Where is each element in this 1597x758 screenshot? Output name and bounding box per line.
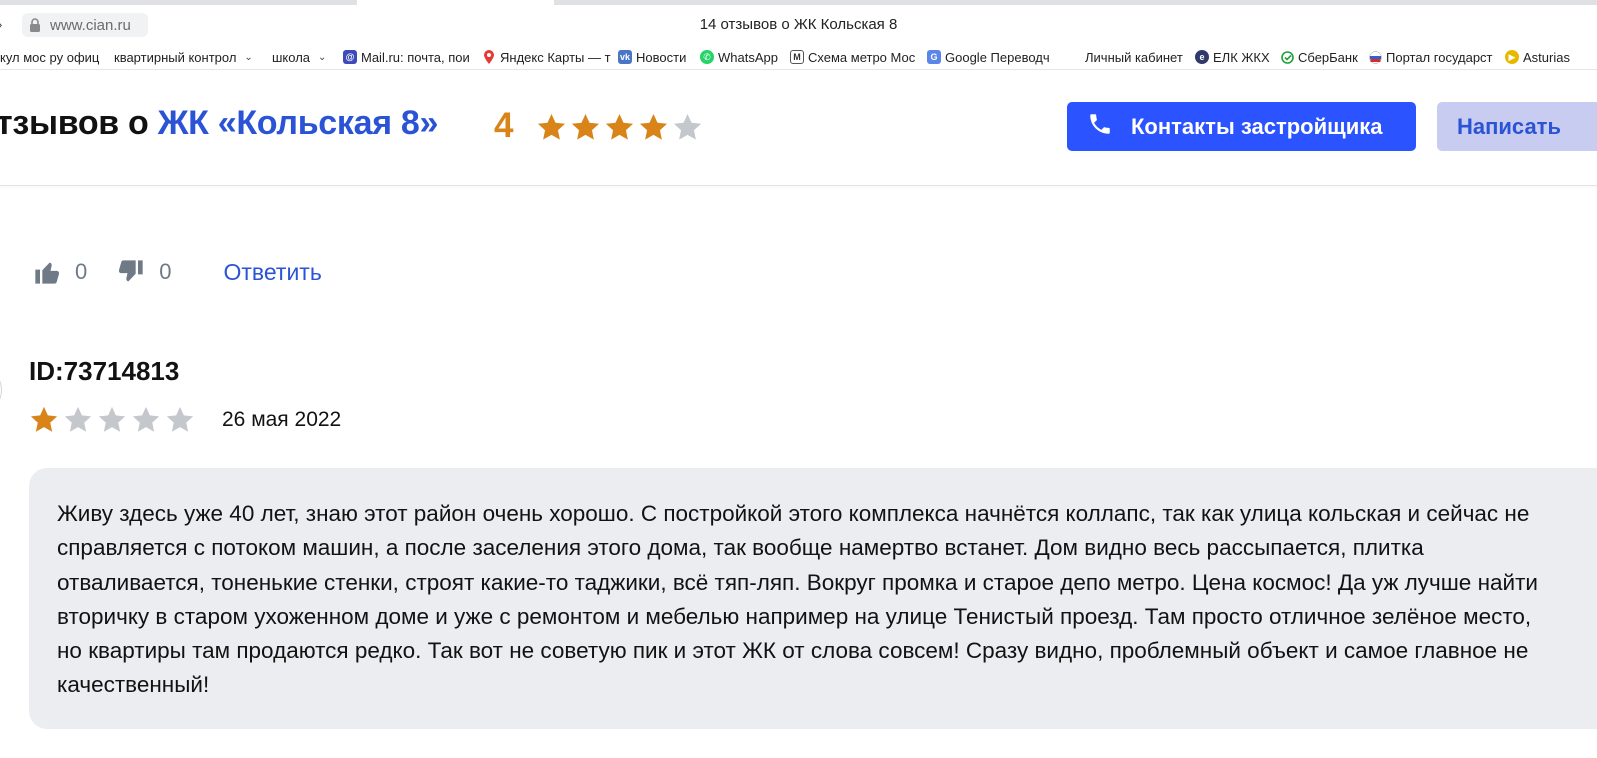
reply-link[interactable]: Ответить	[224, 259, 322, 286]
bookmark-elk[interactable]: е ЕЛК ЖКХ	[1195, 48, 1270, 66]
bookmark-asturias[interactable]: ▶ Asturias	[1505, 48, 1570, 66]
star-filled-icon	[29, 405, 59, 435]
phone-icon	[1087, 111, 1113, 143]
complex-name-link[interactable]: ЖК «Кольская 8»	[158, 104, 439, 142]
thumbs-down-icon[interactable]	[117, 258, 145, 286]
star-filled-icon	[638, 112, 669, 143]
bookmark-personal-cabinet[interactable]: Личный кабинет	[1085, 48, 1183, 66]
star-empty-icon	[63, 405, 93, 435]
bookmark-folder-shkola[interactable]: школа ⌄	[272, 48, 326, 66]
review-date: 26 мая 2022	[222, 408, 342, 431]
bookmark-metro[interactable]: M Схема метро Мос	[790, 48, 915, 66]
bookmarks-bar: кул мос ру офиц квартирный контрол ⌄ шко…	[0, 44, 1597, 70]
dislike-control[interactable]: 0	[117, 258, 172, 286]
whatsapp-icon: ✆	[700, 50, 714, 64]
bookmark-label: Mail.ru: почта, пои	[361, 49, 470, 65]
review-actions: 0 0 Ответить	[33, 257, 322, 287]
thumbs-up-icon[interactable]	[33, 258, 61, 286]
sber-icon	[1280, 50, 1294, 64]
address-bar: › www.cian.ru 14 отзывов о ЖК Кольская 8	[0, 5, 1597, 44]
bookmark-label: Личный кабинет	[1085, 49, 1183, 65]
developer-contacts-button[interactable]: Контакты застройщика	[1067, 102, 1416, 151]
contacts-button-label: Контакты застройщика	[1131, 113, 1383, 139]
star-empty-icon	[131, 405, 161, 435]
review-rating-stars	[29, 405, 195, 435]
bookmark-whatsapp[interactable]: ✆ WhatsApp	[700, 48, 778, 66]
bookmark-gosuslugi[interactable]: Портал государст	[1368, 48, 1493, 66]
vk-icon: vk	[618, 50, 632, 64]
write-review-button[interactable]: Написать	[1437, 102, 1597, 151]
bookmark-folder-kvartirny[interactable]: квартирный контрол ⌄	[114, 48, 253, 66]
bookmark-label: Схема метро Мос	[808, 49, 916, 65]
translate-icon: G	[927, 50, 941, 64]
sticky-header: тзывов о ЖК «Кольская 8» 4 Контакты заст…	[0, 70, 1597, 186]
title-prefix: тзывов о	[0, 104, 149, 142]
mail-icon: @	[343, 50, 357, 64]
gosuslugi-icon	[1368, 50, 1382, 64]
bookmark-label: кул мос ру офиц	[0, 49, 100, 65]
star-filled-icon	[536, 112, 567, 143]
star-empty-icon	[97, 405, 127, 435]
rating-value: 4	[494, 106, 514, 145]
bookmark-label: Яндекс Карты — т	[500, 49, 611, 65]
rating-stars	[536, 112, 703, 143]
metro-icon: M	[790, 50, 804, 64]
chevron-down-icon: ⌄	[244, 51, 253, 63]
page-title: тзывов о ЖК «Кольская 8»	[0, 104, 438, 143]
star-filled-icon	[604, 112, 635, 143]
avatar	[0, 372, 2, 408]
bookmark-google-translate[interactable]: G Google Переводч	[927, 48, 1050, 66]
chevron-down-icon: ⌄	[318, 51, 327, 63]
bookmark-mail[interactable]: @ Mail.ru: почта, пои	[343, 48, 470, 66]
elk-icon: е	[1195, 50, 1209, 64]
review-author: ID:73714813	[29, 356, 180, 386]
bookmark-label: школа	[272, 49, 311, 65]
bookmark-label: Asturias	[1523, 49, 1570, 65]
play-icon: ▶	[1505, 50, 1519, 64]
bookmark-label: квартирный контрол	[114, 49, 237, 65]
bookmark-yandex-maps[interactable]: Яндекс Карты — т	[482, 48, 611, 66]
like-count: 0	[75, 259, 88, 284]
bookmark-sber[interactable]: СберБанк	[1280, 48, 1358, 66]
bookmark-label: WhatsApp	[718, 49, 778, 65]
window-title: 14 отзывов о ЖК Кольская 8	[699, 16, 898, 33]
bookmark-label: Google Переводч	[945, 49, 1050, 65]
review-text: Живу здесь уже 40 лет, знаю этот район о…	[57, 501, 1538, 698]
star-empty-icon	[672, 112, 703, 143]
bookmark-label: Новости	[636, 49, 687, 65]
bookmark-label: ЕЛК ЖКХ	[1213, 49, 1270, 65]
map-pin-icon	[482, 50, 496, 64]
dislike-count: 0	[159, 259, 172, 284]
bookmark-label: Портал государст	[1386, 49, 1493, 65]
bookmark-kul-mos[interactable]: кул мос ру офиц	[0, 48, 99, 66]
star-filled-icon	[570, 112, 601, 143]
like-control[interactable]: 0	[33, 258, 87, 286]
star-empty-icon	[165, 405, 195, 435]
bookmark-label: СберБанк	[1298, 49, 1358, 65]
bookmark-vk-news[interactable]: vk Новости	[618, 48, 686, 66]
